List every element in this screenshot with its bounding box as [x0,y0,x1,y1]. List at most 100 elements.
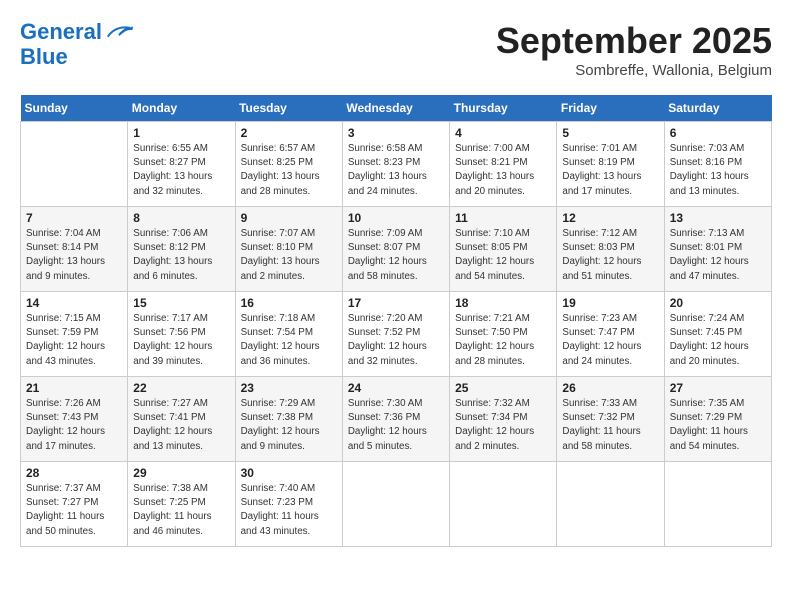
day-number: 16 [241,296,337,310]
day-info: Sunrise: 6:57 AM Sunset: 8:25 PM Dayligh… [241,142,337,199]
day-number: 17 [348,296,444,310]
title-section: September 2025 Sombreffe, Wallonia, Belg… [496,20,772,79]
calendar-cell: 24 Sunrise: 7:30 AM Sunset: 7:36 PM Dayli… [342,377,449,462]
day-info: Sunrise: 7:12 AM Sunset: 8:03 PM Dayligh… [562,227,658,284]
week-row-4: 21 Sunrise: 7:26 AM Sunset: 7:43 PM Dayli… [21,377,772,462]
day-number: 18 [455,296,551,310]
calendar-cell: 26 Sunrise: 7:33 AM Sunset: 7:32 PM Dayli… [557,377,664,462]
logo-text: General [20,20,134,45]
day-number: 6 [670,126,766,140]
day-number: 4 [455,126,551,140]
day-info: Sunrise: 7:26 AM Sunset: 7:43 PM Dayligh… [26,397,122,454]
calendar-cell: 27 Sunrise: 7:35 AM Sunset: 7:29 PM Dayli… [664,377,771,462]
week-row-5: 28 Sunrise: 7:37 AM Sunset: 7:27 PM Dayli… [21,462,772,547]
logo-text2: Blue [20,45,134,69]
calendar-cell: 10 Sunrise: 7:09 AM Sunset: 8:07 PM Dayli… [342,207,449,292]
week-row-3: 14 Sunrise: 7:15 AM Sunset: 7:59 PM Dayli… [21,292,772,377]
day-info: Sunrise: 7:40 AM Sunset: 7:23 PM Dayligh… [241,482,337,539]
day-number: 22 [133,381,229,395]
calendar-cell: 23 Sunrise: 7:29 AM Sunset: 7:38 PM Dayli… [235,377,342,462]
day-info: Sunrise: 7:27 AM Sunset: 7:41 PM Dayligh… [133,397,229,454]
logo: General Blue [20,20,134,69]
subtitle: Sombreffe, Wallonia, Belgium [496,62,772,79]
calendar-cell: 5Sunrise: 7:01 AM Sunset: 8:19 PM Daylig… [557,122,664,207]
day-info: Sunrise: 7:29 AM Sunset: 7:38 PM Dayligh… [241,397,337,454]
day-info: Sunrise: 7:15 AM Sunset: 7:59 PM Dayligh… [26,312,122,369]
day-info: Sunrise: 7:10 AM Sunset: 8:05 PM Dayligh… [455,227,551,284]
day-info: Sunrise: 7:01 AM Sunset: 8:19 PM Dayligh… [562,142,658,199]
calendar-cell: 7 Sunrise: 7:04 AM Sunset: 8:14 PM Daylig… [21,207,128,292]
day-number: 19 [562,296,658,310]
day-info: Sunrise: 7:37 AM Sunset: 7:27 PM Dayligh… [26,482,122,539]
day-number: 29 [133,466,229,480]
day-number: 9 [241,211,337,225]
day-info: Sunrise: 7:00 AM Sunset: 8:21 PM Dayligh… [455,142,551,199]
day-number: 20 [670,296,766,310]
calendar-cell: 19 Sunrise: 7:23 AM Sunset: 7:47 PM Dayli… [557,292,664,377]
day-number: 25 [455,381,551,395]
day-info: Sunrise: 7:04 AM Sunset: 8:14 PM Dayligh… [26,227,122,284]
header-tuesday: Tuesday [235,95,342,122]
calendar-cell: 11Sunrise: 7:10 AM Sunset: 8:05 PM Dayli… [450,207,557,292]
day-info: Sunrise: 7:38 AM Sunset: 7:25 PM Dayligh… [133,482,229,539]
calendar-cell: 1 Sunrise: 6:55 AM Sunset: 8:27 PM Daylig… [128,122,235,207]
calendar-cell: 14 Sunrise: 7:15 AM Sunset: 7:59 PM Dayli… [21,292,128,377]
day-info: Sunrise: 7:35 AM Sunset: 7:29 PM Dayligh… [670,397,766,454]
calendar-cell: 20Sunrise: 7:24 AM Sunset: 7:45 PM Dayli… [664,292,771,377]
calendar-cell: 9 Sunrise: 7:07 AM Sunset: 8:10 PM Daylig… [235,207,342,292]
day-number: 28 [26,466,122,480]
month-title: September 2025 [496,20,772,62]
calendar-cell: 12 Sunrise: 7:12 AM Sunset: 8:03 PM Dayli… [557,207,664,292]
day-info: Sunrise: 7:32 AM Sunset: 7:34 PM Dayligh… [455,397,551,454]
calendar-cell: 6 Sunrise: 7:03 AM Sunset: 8:16 PM Daylig… [664,122,771,207]
calendar-cell: 22 Sunrise: 7:27 AM Sunset: 7:41 PM Dayli… [128,377,235,462]
header-sunday: Sunday [21,95,128,122]
calendar-cell [342,462,449,547]
day-number: 8 [133,211,229,225]
day-info: Sunrise: 7:30 AM Sunset: 7:36 PM Dayligh… [348,397,444,454]
calendar-cell [21,122,128,207]
calendar-cell: 4 Sunrise: 7:00 AM Sunset: 8:21 PM Daylig… [450,122,557,207]
calendar-cell: 17Sunrise: 7:20 AM Sunset: 7:52 PM Dayli… [342,292,449,377]
calendar-cell: 2 Sunrise: 6:57 AM Sunset: 8:25 PM Daylig… [235,122,342,207]
day-info: Sunrise: 7:07 AM Sunset: 8:10 PM Dayligh… [241,227,337,284]
day-info: Sunrise: 7:13 AM Sunset: 8:01 PM Dayligh… [670,227,766,284]
calendar-cell: 21 Sunrise: 7:26 AM Sunset: 7:43 PM Dayli… [21,377,128,462]
day-number: 1 [133,126,229,140]
day-number: 23 [241,381,337,395]
calendar-header-row: SundayMondayTuesdayWednesdayThursdayFrid… [21,95,772,122]
day-number: 21 [26,381,122,395]
day-number: 10 [348,211,444,225]
day-number: 26 [562,381,658,395]
day-info: Sunrise: 6:58 AM Sunset: 8:23 PM Dayligh… [348,142,444,199]
header-thursday: Thursday [450,95,557,122]
day-number: 14 [26,296,122,310]
calendar-cell: 16 Sunrise: 7:18 AM Sunset: 7:54 PM Dayli… [235,292,342,377]
calendar-table: SundayMondayTuesdayWednesdayThursdayFrid… [20,95,772,547]
day-number: 12 [562,211,658,225]
day-number: 3 [348,126,444,140]
header-saturday: Saturday [664,95,771,122]
calendar-cell: 28 Sunrise: 7:37 AM Sunset: 7:27 PM Dayli… [21,462,128,547]
day-number: 15 [133,296,229,310]
day-info: Sunrise: 7:09 AM Sunset: 8:07 PM Dayligh… [348,227,444,284]
day-number: 27 [670,381,766,395]
day-number: 24 [348,381,444,395]
header-friday: Friday [557,95,664,122]
day-info: Sunrise: 7:17 AM Sunset: 7:56 PM Dayligh… [133,312,229,369]
day-number: 13 [670,211,766,225]
day-info: Sunrise: 7:23 AM Sunset: 7:47 PM Dayligh… [562,312,658,369]
calendar-cell: 8 Sunrise: 7:06 AM Sunset: 8:12 PM Daylig… [128,207,235,292]
header-wednesday: Wednesday [342,95,449,122]
day-number: 2 [241,126,337,140]
day-info: Sunrise: 7:03 AM Sunset: 8:16 PM Dayligh… [670,142,766,199]
day-info: Sunrise: 7:21 AM Sunset: 7:50 PM Dayligh… [455,312,551,369]
week-row-1: 1 Sunrise: 6:55 AM Sunset: 8:27 PM Daylig… [21,122,772,207]
day-info: Sunrise: 7:18 AM Sunset: 7:54 PM Dayligh… [241,312,337,369]
day-info: Sunrise: 7:33 AM Sunset: 7:32 PM Dayligh… [562,397,658,454]
day-info: Sunrise: 7:06 AM Sunset: 8:12 PM Dayligh… [133,227,229,284]
calendar-cell: 25 Sunrise: 7:32 AM Sunset: 7:34 PM Dayli… [450,377,557,462]
day-number: 30 [241,466,337,480]
day-info: Sunrise: 6:55 AM Sunset: 8:27 PM Dayligh… [133,142,229,199]
day-number: 7 [26,211,122,225]
